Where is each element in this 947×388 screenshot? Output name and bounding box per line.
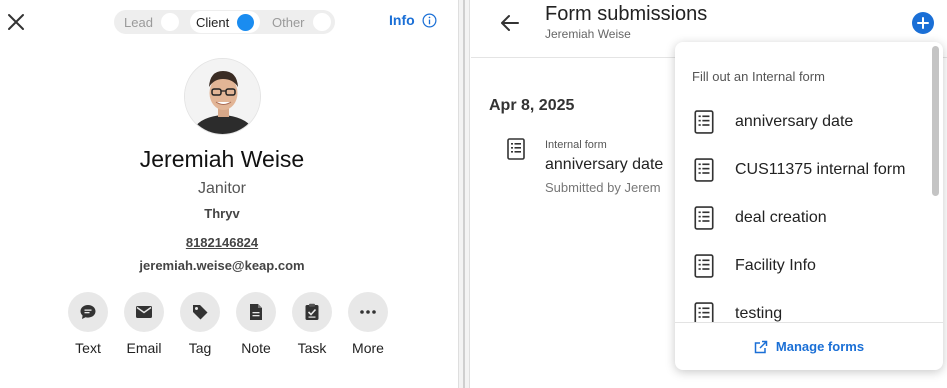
submission-date-heading: Apr 8, 2025 <box>489 97 575 114</box>
panel-resize-divider[interactable] <box>458 0 470 388</box>
close-icon <box>8 14 24 30</box>
panel-subtitle: Jeremiah Weise <box>545 27 631 41</box>
contact-panel: Lead Client Other Info Jeremiah Weise Ja… <box>0 0 458 388</box>
contact-name: Jeremiah Weise <box>139 146 305 172</box>
contact-actions: Text Email Tag Note Task More <box>60 292 396 356</box>
internal-form-dropdown: Fill out an Internal form anniversary da… <box>675 42 943 370</box>
form-document-icon <box>694 302 714 322</box>
dropdown-item-label: testing <box>735 305 783 322</box>
manage-forms-label: Manage forms <box>775 339 865 354</box>
stage-toggle: Lead Client Other <box>114 10 335 34</box>
task-action-button[interactable]: Task <box>284 292 340 356</box>
task-icon <box>305 303 319 320</box>
submission-form-name[interactable]: anniversary date <box>545 156 663 174</box>
note-icon <box>250 304 262 320</box>
dropdown-item-facility-info[interactable]: Facility Info <box>675 242 931 290</box>
stage-other-label: Other <box>272 14 305 30</box>
dropdown-item-anniversary-date[interactable]: anniversary date <box>675 98 931 146</box>
email-action-button[interactable]: Email <box>116 292 172 356</box>
dropdown-item-label: Facility Info <box>735 257 816 274</box>
dropdown-item-label: CUS11375 internal form <box>735 161 906 178</box>
form-document-icon <box>694 206 714 230</box>
form-document-icon <box>507 138 525 160</box>
more-dots-icon <box>360 310 376 314</box>
contact-phone-link[interactable]: 8182146824 <box>0 235 444 250</box>
tag-action-button[interactable]: Tag <box>172 292 228 356</box>
back-button[interactable] <box>499 12 521 34</box>
action-label: Task <box>297 340 327 356</box>
submission-submitted-by: Submitted by Jerem <box>545 180 661 195</box>
action-label: Tag <box>188 340 212 356</box>
stage-lead-label: Lead <box>124 14 153 30</box>
stage-client[interactable]: Client <box>196 10 255 34</box>
contact-job-title: Janitor <box>197 180 247 197</box>
more-action-button[interactable]: More <box>340 292 396 356</box>
action-label: Email <box>126 340 162 356</box>
dropdown-scrollbar[interactable] <box>932 46 939 196</box>
dropdown-form-list[interactable]: anniversary date CUS11375 internal form … <box>675 98 931 322</box>
dropdown-heading: Fill out an Internal form <box>692 69 825 84</box>
dropdown-item-label: anniversary date <box>735 113 854 130</box>
action-label: More <box>352 340 384 356</box>
stage-lead[interactable]: Lead <box>124 10 179 34</box>
dropdown-item-testing[interactable]: testing <box>675 290 931 322</box>
info-icon <box>422 13 437 27</box>
avatar <box>184 58 261 135</box>
action-label: Text <box>75 340 101 356</box>
dropdown-item-cus11375-internal-form[interactable]: CUS11375 internal form <box>675 146 931 194</box>
stage-client-radio <box>237 13 255 31</box>
text-action-button[interactable]: Text <box>60 292 116 356</box>
close-button[interactable] <box>6 12 26 32</box>
tag-icon <box>193 305 208 320</box>
plus-icon <box>917 17 929 29</box>
dropdown-item-label: deal creation <box>735 209 827 226</box>
external-link-icon <box>754 340 768 353</box>
form-document-icon <box>694 110 714 134</box>
contact-email-link[interactable]: jeremiah.weise@keap.com <box>0 258 444 273</box>
stage-other[interactable]: Other <box>272 10 331 34</box>
envelope-icon <box>136 306 152 318</box>
stage-lead-radio <box>160 13 179 31</box>
add-form-button[interactable] <box>912 12 934 34</box>
submission-form-type: Internal form <box>545 139 607 151</box>
note-action-button[interactable]: Note <box>228 292 284 356</box>
dropdown-item-deal-creation[interactable]: deal creation <box>675 194 931 242</box>
action-label: Note <box>241 340 271 356</box>
stage-other-radio <box>312 13 331 31</box>
stage-client-label: Client <box>196 14 230 30</box>
arrow-left-icon <box>501 15 519 31</box>
contact-company: Thryv <box>204 206 240 221</box>
info-label: Info <box>389 12 415 28</box>
form-document-icon <box>694 158 714 182</box>
manage-forms-link[interactable]: Manage forms <box>675 323 943 370</box>
form-document-icon <box>694 254 714 278</box>
info-link[interactable]: Info <box>389 12 437 28</box>
panel-title: Form submissions <box>545 3 708 25</box>
chat-bubble-icon <box>80 305 96 319</box>
